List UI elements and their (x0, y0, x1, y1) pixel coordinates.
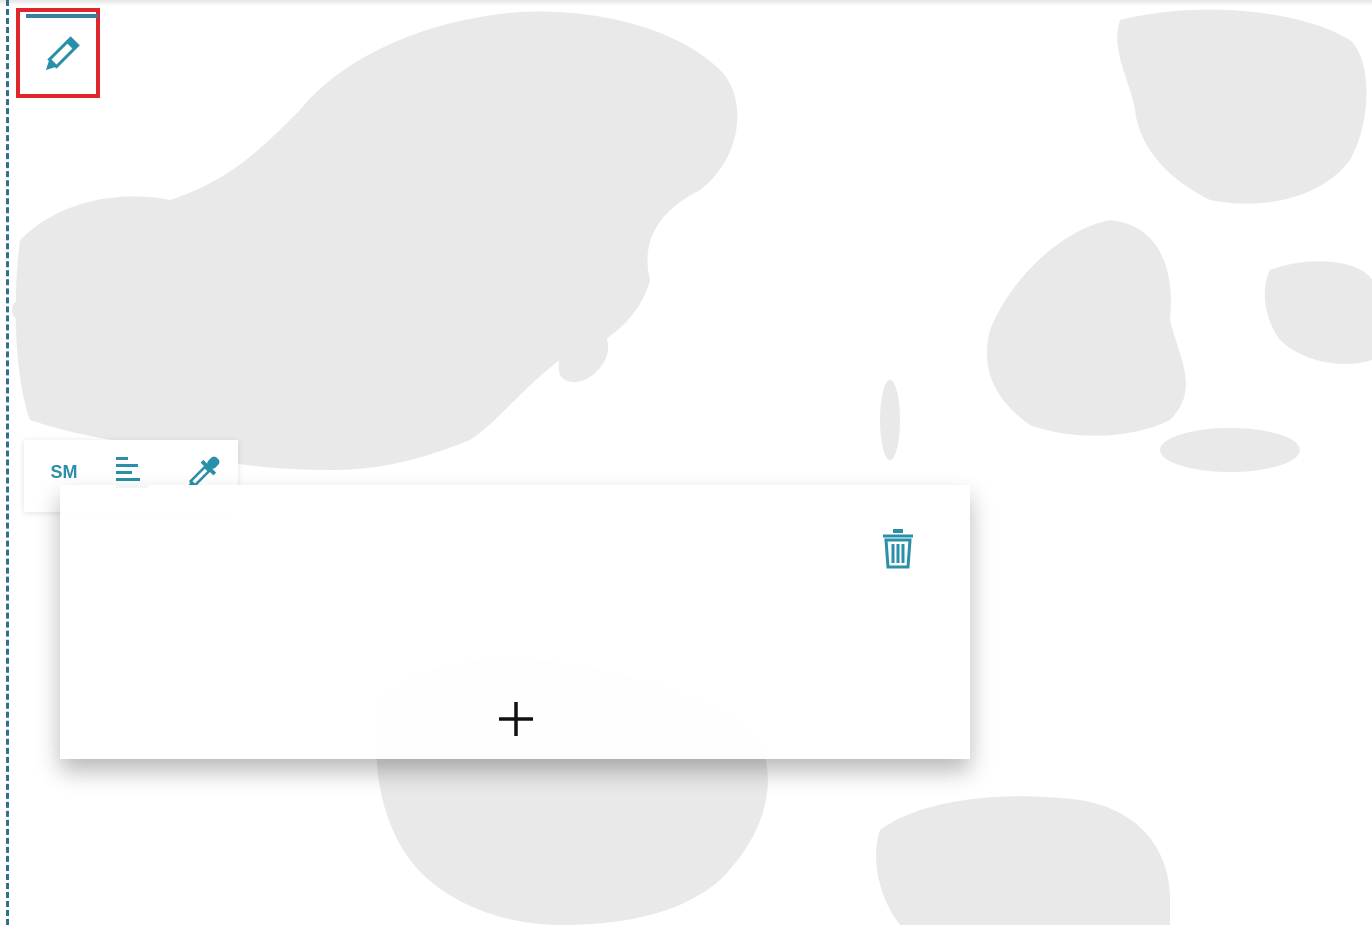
content-block[interactable] (60, 485, 970, 759)
page-left-guide (6, 0, 9, 925)
pencil-icon (45, 36, 80, 71)
delete-block-button[interactable] (878, 527, 918, 571)
edit-mode-button[interactable] (16, 8, 100, 98)
plus-icon (499, 702, 533, 736)
size-toggle[interactable]: SM (44, 460, 84, 484)
trash-icon (883, 529, 913, 569)
active-indicator (26, 14, 98, 18)
add-item-button[interactable] (494, 697, 538, 741)
